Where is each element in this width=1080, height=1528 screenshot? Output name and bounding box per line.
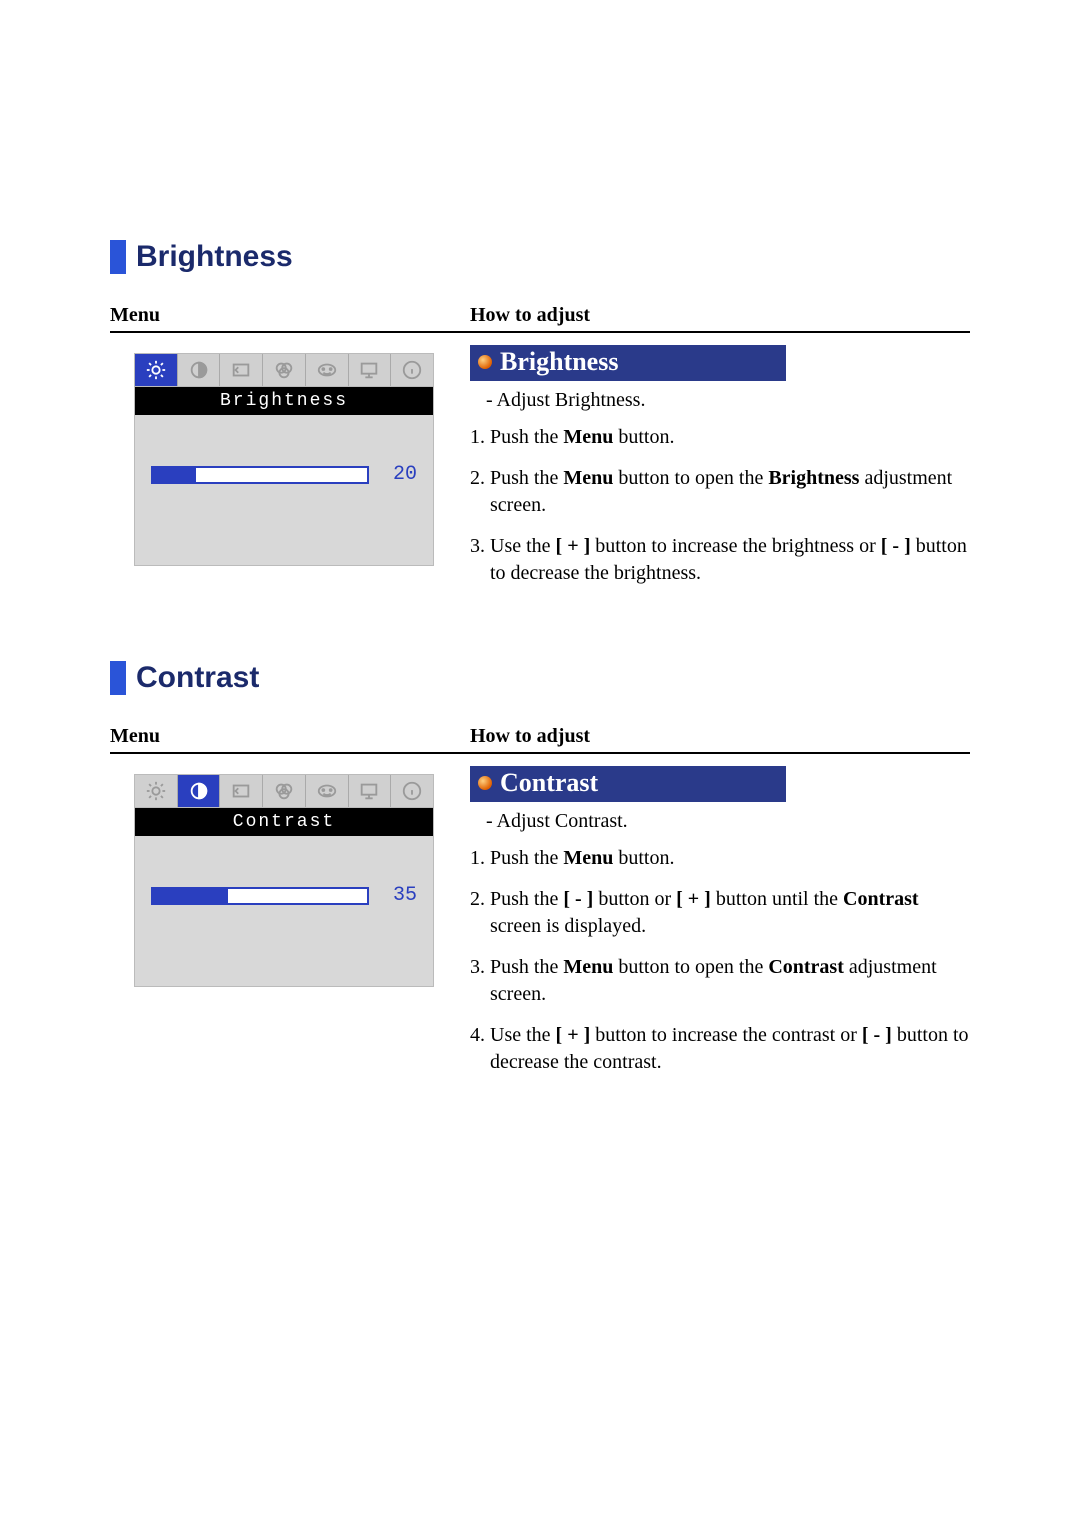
color-icon[interactable] (263, 775, 306, 807)
column-header-howto: How to adjust (470, 304, 970, 327)
brightness-section: Brightness Menu How to adjust Brightness… (110, 240, 970, 601)
osd-value: 20 (381, 463, 417, 486)
step-item: 1. Push the Menu button. (470, 845, 970, 872)
columns-header: Menu How to adjust (110, 304, 970, 333)
section-title: Brightness (136, 240, 293, 274)
contrast-icon[interactable] (178, 775, 221, 807)
osd-slider[interactable] (151, 466, 369, 484)
menu-column: Contrast 35 (110, 766, 470, 987)
osd-value: 35 (381, 884, 417, 907)
brightness-icon[interactable] (135, 775, 178, 807)
step-item: 4. Use the [ + ] button to increase the … (470, 1022, 970, 1076)
title-bullet-icon (110, 240, 126, 274)
section-title-row: Contrast (110, 661, 970, 695)
step-item: 2. Push the Menu button to open the Brig… (470, 465, 970, 519)
osd-panel-brightness: Brightness 20 (134, 353, 434, 566)
language-icon[interactable] (306, 354, 349, 386)
osd-slider[interactable] (151, 887, 369, 905)
position-icon[interactable] (220, 775, 263, 807)
osd-slider-fill (153, 468, 196, 482)
position-icon[interactable] (220, 354, 263, 386)
section-title: Contrast (136, 661, 259, 695)
step-item: 3. Push the Menu button to open the Cont… (470, 954, 970, 1008)
steps-list: 1. Push the Menu button. 2. Push the Menu… (470, 424, 970, 587)
osd-panel-contrast: Contrast 35 (134, 774, 434, 987)
color-icon[interactable] (263, 354, 306, 386)
step-item: 1. Push the Menu button. (470, 424, 970, 451)
columns-body: Brightness 20 Brightness (110, 345, 970, 601)
howto-column: Brightness - Adjust Brightness. 1. Push … (470, 345, 970, 601)
bullet-icon (478, 776, 492, 790)
description: - Adjust Brightness. (474, 389, 970, 412)
title-bullet-icon (110, 661, 126, 695)
osd-toolbar (135, 354, 433, 387)
step-item: 2. Push the [ - ] button or [ + ] button… (470, 886, 970, 940)
osd-slider-fill (153, 889, 228, 903)
language-icon[interactable] (306, 775, 349, 807)
columns-body: Contrast 35 Contrast (110, 766, 970, 1090)
osd-toolbar (135, 775, 433, 808)
howto-column: Contrast - Adjust Contrast. 1. Push the … (470, 766, 970, 1090)
sub-heading-text: Contrast (500, 768, 598, 798)
display-icon[interactable] (349, 775, 392, 807)
osd-title: Contrast (135, 808, 433, 836)
section-title-row: Brightness (110, 240, 970, 274)
contrast-section: Contrast Menu How to adjust Contrast 35 (110, 661, 970, 1090)
description: - Adjust Contrast. (474, 810, 970, 833)
sub-heading: Brightness (470, 345, 786, 381)
sub-heading: Contrast (470, 766, 786, 802)
info-icon[interactable] (391, 775, 433, 807)
display-icon[interactable] (349, 354, 392, 386)
menu-column: Brightness 20 (110, 345, 470, 566)
osd-title: Brightness (135, 387, 433, 415)
info-icon[interactable] (391, 354, 433, 386)
step-item: 3. Use the [ + ] button to increase the … (470, 533, 970, 587)
column-header-howto: How to adjust (470, 725, 970, 748)
columns-header: Menu How to adjust (110, 725, 970, 754)
osd-slider-row: 35 (151, 884, 417, 907)
osd-slider-row: 20 (151, 463, 417, 486)
brightness-icon[interactable] (135, 354, 178, 386)
osd-body: 20 (135, 415, 433, 565)
sub-heading-text: Brightness (500, 347, 618, 377)
steps-list: 1. Push the Menu button. 2. Push the [ - … (470, 845, 970, 1076)
manual-page: Brightness Menu How to adjust Brightness… (0, 0, 1080, 1090)
contrast-icon[interactable] (178, 354, 221, 386)
column-header-menu: Menu (110, 725, 470, 748)
column-header-menu: Menu (110, 304, 470, 327)
bullet-icon (478, 355, 492, 369)
osd-body: 35 (135, 836, 433, 986)
